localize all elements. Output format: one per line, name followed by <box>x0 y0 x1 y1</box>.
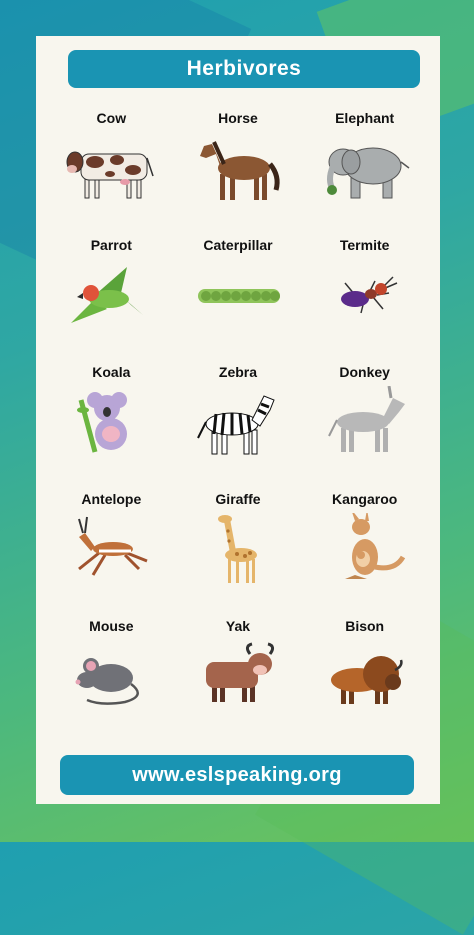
animal-label: Donkey <box>339 364 390 380</box>
animal-label: Horse <box>218 110 258 126</box>
animal-label: Termite <box>339 237 390 253</box>
bison-icon <box>330 656 403 704</box>
elephant-icon <box>326 147 410 199</box>
animal-item-kangaroo: Kangaroo <box>301 489 428 605</box>
animal-item-parrot: Parrot <box>48 235 175 351</box>
animal-label: Zebra <box>218 364 258 380</box>
animal-item-horse: Horse <box>175 108 302 224</box>
animal-item-antelope: Antelope <box>48 489 175 605</box>
title-banner: Herbivores <box>68 50 420 88</box>
donkey-icon <box>327 386 405 452</box>
zebra-icon <box>197 395 275 455</box>
website-footer[interactable]: www.eslspeaking.org <box>60 755 414 795</box>
animal-item-giraffe: Giraffe <box>175 489 302 605</box>
antelope-icon <box>78 516 148 576</box>
animal-label: Cow <box>96 110 127 126</box>
animal-item-termite: Termite <box>301 235 428 351</box>
animal-label: Parrot <box>90 237 132 253</box>
animal-item-donkey: Donkey <box>301 362 428 478</box>
animal-item-zebra: Zebra <box>175 362 302 478</box>
animal-item-cow: Cow <box>48 108 175 224</box>
animal-item-caterpillar: Caterpillar <box>175 235 302 351</box>
horse-icon <box>199 141 280 200</box>
animal-label: Antelope <box>81 491 142 507</box>
animal-item-yak: Yak <box>175 616 302 732</box>
animal-label: Koala <box>92 364 131 380</box>
animal-label: Bison <box>345 618 385 634</box>
yak-icon <box>205 642 275 702</box>
animal-label: Caterpillar <box>203 237 273 253</box>
animal-label: Kangaroo <box>331 491 398 507</box>
vocabulary-card: Herbivores Cow Horse Elephant Parrot Cat… <box>36 36 440 804</box>
animal-label: Mouse <box>89 618 134 634</box>
cow-icon <box>66 151 155 199</box>
kangaroo-icon <box>344 513 405 579</box>
animal-item-elephant: Elephant <box>301 108 428 224</box>
animal-item-bison: Bison <box>301 616 428 732</box>
animal-label: Elephant <box>335 110 395 126</box>
animal-label: Yak <box>225 618 251 634</box>
animal-item-koala: Koala <box>48 362 175 478</box>
koala-icon <box>77 392 128 453</box>
animal-item-mouse: Mouse <box>48 616 175 732</box>
giraffe-icon <box>217 515 257 583</box>
mouse-icon <box>75 658 140 705</box>
caterpillar-icon <box>197 289 280 303</box>
animal-grid: Cow Horse Elephant Parrot Caterpillar Te… <box>48 108 428 732</box>
termite-icon <box>340 276 397 314</box>
animal-label: Giraffe <box>215 491 261 507</box>
parrot-icon <box>71 267 144 323</box>
